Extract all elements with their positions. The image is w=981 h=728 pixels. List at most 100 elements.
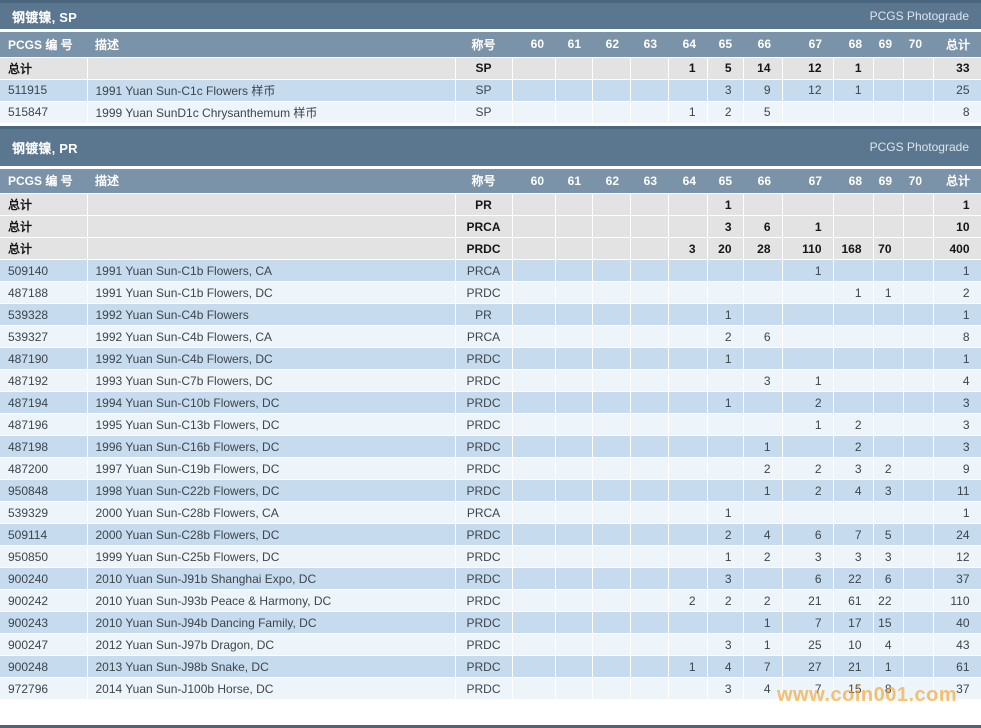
coin-row: 9002422010 Yuan Sun-J93b Peace & Harmony… bbox=[0, 590, 981, 612]
pcgs-number-link[interactable]: 487190 bbox=[0, 348, 87, 370]
pcgs-number-link[interactable]: 972796 bbox=[0, 678, 87, 700]
pcgs-number-link[interactable]: 950848 bbox=[0, 480, 87, 502]
photograde-link[interactable]: PCGS Photograde bbox=[870, 9, 969, 23]
pr-table-body: 总计PR11总计PRCA36110总计PRDC32028110168704005… bbox=[0, 194, 981, 700]
grade-67-cell: 21 bbox=[782, 590, 833, 612]
grade-65-cell bbox=[707, 612, 743, 634]
grade-67-cell: 6 bbox=[782, 524, 833, 546]
coin-row: 4872001997 Yuan Sun-C19b Flowers, DCPRDC… bbox=[0, 458, 981, 480]
grade-64-cell: 1 bbox=[668, 101, 707, 123]
grade-70-cell bbox=[903, 79, 933, 101]
grade-61-cell bbox=[555, 612, 592, 634]
designation-cell: PRCA bbox=[455, 216, 512, 238]
grade-60-cell bbox=[512, 304, 555, 326]
section-header-pr: 钢镀镍, PR PCGS Photograde bbox=[0, 126, 981, 166]
grade-68-cell bbox=[833, 304, 873, 326]
total-cell: 9 bbox=[933, 458, 981, 480]
grade-69-cell: 4 bbox=[873, 634, 903, 656]
grade-67-cell: 12 bbox=[782, 79, 833, 101]
grade-64-cell: 2 bbox=[668, 590, 707, 612]
pcgs-number-link[interactable]: 900248 bbox=[0, 656, 87, 678]
grade-68-cell: 2 bbox=[833, 414, 873, 436]
grade-69-cell bbox=[873, 101, 903, 123]
pcgs-number-link[interactable]: 539327 bbox=[0, 326, 87, 348]
coin-row: 4871961995 Yuan Sun-C13b Flowers, DCPRDC… bbox=[0, 414, 981, 436]
grade-65-cell: 3 bbox=[707, 678, 743, 700]
grade-70-cell bbox=[903, 436, 933, 458]
grade-62-cell bbox=[592, 326, 630, 348]
grade-60-cell bbox=[512, 634, 555, 656]
photograde-link[interactable]: PCGS Photograde bbox=[870, 140, 969, 154]
grade-65-cell: 3 bbox=[707, 216, 743, 238]
pcgs-number-link[interactable]: 900240 bbox=[0, 568, 87, 590]
grade-70-cell bbox=[903, 238, 933, 260]
grade-61-cell bbox=[555, 282, 592, 304]
pcgs-number-link[interactable]: 900243 bbox=[0, 612, 87, 634]
description-cell: 1991 Yuan Sun-C1b Flowers, DC bbox=[87, 282, 455, 304]
grade-61-cell bbox=[555, 502, 592, 524]
total-cell: 2 bbox=[933, 282, 981, 304]
pcgs-number-link[interactable]: 487192 bbox=[0, 370, 87, 392]
grade-67-cell bbox=[782, 304, 833, 326]
pcgs-number-link[interactable]: 487188 bbox=[0, 282, 87, 304]
grade-68-cell bbox=[833, 216, 873, 238]
summary-label-cell: 总计 bbox=[0, 216, 87, 238]
grade-62-cell bbox=[592, 656, 630, 678]
pcgs-number-link[interactable]: 487200 bbox=[0, 458, 87, 480]
designation-cell: PRDC bbox=[455, 524, 512, 546]
grade-63-cell bbox=[630, 238, 668, 260]
grade-66-cell: 9 bbox=[743, 79, 782, 101]
grade-69-cell bbox=[873, 57, 903, 79]
grade-70-cell bbox=[903, 370, 933, 392]
column-header-description: 描述 bbox=[87, 32, 455, 57]
grade-67-cell: 1 bbox=[782, 370, 833, 392]
grade-64-cell bbox=[668, 216, 707, 238]
grade-61-cell bbox=[555, 458, 592, 480]
description-cell: 1992 Yuan Sun-C4b Flowers bbox=[87, 304, 455, 326]
grade-65-cell: 3 bbox=[707, 634, 743, 656]
grade-70-cell bbox=[903, 546, 933, 568]
designation-cell: PRDC bbox=[455, 546, 512, 568]
pcgs-number-link[interactable]: 515847 bbox=[0, 101, 87, 123]
grade-68-cell: 168 bbox=[833, 238, 873, 260]
pcgs-number-link[interactable]: 487194 bbox=[0, 392, 87, 414]
grade-62-cell bbox=[592, 480, 630, 502]
pcgs-number-link[interactable]: 487196 bbox=[0, 414, 87, 436]
pcgs-number-link[interactable]: 511915 bbox=[0, 79, 87, 101]
designation-cell: PRDC bbox=[455, 480, 512, 502]
section-title-sp: 钢镀镍, SP bbox=[12, 7, 77, 26]
grade-68-cell: 3 bbox=[833, 546, 873, 568]
grade-65-cell bbox=[707, 480, 743, 502]
grade-60-cell bbox=[512, 326, 555, 348]
pcgs-number-link[interactable]: 950850 bbox=[0, 546, 87, 568]
grade-62-cell bbox=[592, 678, 630, 700]
grade-70-cell bbox=[903, 392, 933, 414]
sp-table-body: 总计SP1514121335119151991 Yuan Sun-C1c Flo… bbox=[0, 57, 981, 123]
pcgs-number-link[interactable]: 509140 bbox=[0, 260, 87, 282]
total-cell: 3 bbox=[933, 436, 981, 458]
total-cell: 33 bbox=[933, 57, 981, 79]
pcgs-number-link[interactable]: 900247 bbox=[0, 634, 87, 656]
grade-67-cell: 7 bbox=[782, 612, 833, 634]
pcgs-number-link[interactable]: 900242 bbox=[0, 590, 87, 612]
grade-70-cell bbox=[903, 101, 933, 123]
grade-63-cell bbox=[630, 57, 668, 79]
pcgs-number-link[interactable]: 539329 bbox=[0, 502, 87, 524]
summary-label-cell: 总计 bbox=[0, 194, 87, 216]
grade-61-cell bbox=[555, 546, 592, 568]
grade-70-cell bbox=[903, 260, 933, 282]
grade-65-cell: 1 bbox=[707, 502, 743, 524]
grade-63-cell bbox=[630, 656, 668, 678]
grade-65-cell: 2 bbox=[707, 524, 743, 546]
description-cell: 1996 Yuan Sun-C16b Flowers, DC bbox=[87, 436, 455, 458]
grade-62-cell bbox=[592, 348, 630, 370]
grade-64-cell bbox=[668, 194, 707, 216]
grade-66-cell: 5 bbox=[743, 101, 782, 123]
grade-70-cell bbox=[903, 634, 933, 656]
pcgs-number-link[interactable]: 509114 bbox=[0, 524, 87, 546]
summary-row: 总计PRCA36110 bbox=[0, 216, 981, 238]
pcgs-number-link[interactable]: 487198 bbox=[0, 436, 87, 458]
pcgs-number-link[interactable]: 539328 bbox=[0, 304, 87, 326]
column-header-designation: 称号 bbox=[455, 32, 512, 57]
grade-69-cell: 2 bbox=[873, 458, 903, 480]
